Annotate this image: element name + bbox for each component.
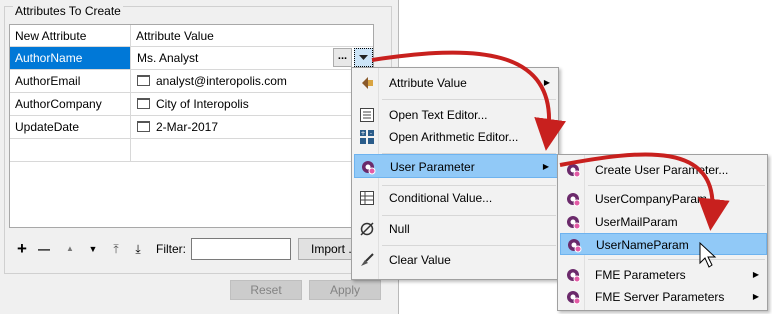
attribute-value-cell[interactable]: analyst@interopolis.com [131,70,375,92]
user-parameter-icon [362,161,376,175]
parameter-icon [568,239,582,253]
text-value-icon [137,98,150,109]
menu-item-null[interactable]: Null [354,217,558,241]
column-header-new-attribute[interactable]: New Attribute [10,25,131,47]
menu-item-label: Open Arithmetic Editor... [389,130,519,144]
attribute-value-text: Ms. Analyst [137,51,199,65]
menu-item-label: Conditional Value... [389,191,493,205]
parameter-icon [567,193,581,207]
menu-item-label: User Parameter [390,160,475,174]
parameter-icon [567,269,581,283]
attribute-value-cell[interactable]: Ms. Analyst ... [131,47,375,69]
menu-separator [382,215,556,216]
table-row[interactable]: AuthorCompany City of Interopolis [10,93,373,116]
menu-item-label: FME Server Parameters [595,290,725,304]
move-up-icon[interactable]: ▲ [62,238,78,260]
text-editor-icon [360,108,374,122]
menu-item-label: Create User Parameter... [595,163,729,177]
menu-separator [382,245,556,246]
submenu-arrow-icon: ▶ [752,270,759,279]
svg-text:+: + [360,130,365,137]
value-menu-button[interactable] [354,48,373,67]
value-context-menu: Attribute Value ▶ Open Text Editor... + … [351,67,559,280]
text-value-icon [137,75,150,86]
attribute-value-icon [362,77,373,89]
filter-label: Filter: [156,242,186,256]
menu-item-user-mail-param[interactable]: UserMailParam [560,211,767,233]
arithmetic-editor-icon: + - [360,130,374,144]
parameter-icon [567,216,581,230]
reset-button[interactable]: Reset [230,280,302,300]
move-down-icon[interactable]: ▼ [85,238,101,260]
empty-value-cell[interactable] [131,139,375,161]
move-top-icon[interactable]: ⤒ [108,238,124,260]
attribute-value-text: 2-Mar-2017 [156,120,219,134]
menu-item-clear-value[interactable]: Clear Value [354,248,558,272]
menu-item-fme-server-parameters[interactable]: FME Server Parameters ▶ [560,286,767,308]
null-icon [360,222,374,236]
conditional-value-icon [360,191,374,205]
menu-item-open-arithmetic-editor[interactable]: + - Open Arithmetic Editor... [354,125,558,149]
attribute-creator-dialog: Attributes To Create New Attribute Attri… [0,0,399,314]
attribute-value-text: City of Interopolis [156,97,249,111]
menu-item-user-company-param[interactable]: UserCompanyParam [560,188,767,210]
menu-item-user-name-param[interactable]: UserNameParam [560,233,767,255]
menu-item-label: FME Parameters [595,268,686,282]
empty-name-cell[interactable] [10,139,131,161]
parameter-icon [567,291,581,305]
menu-separator [588,259,765,260]
clear-value-icon [361,253,374,266]
menu-item-label: UserMailParam [595,215,678,229]
table-row[interactable]: AuthorName Ms. Analyst ... [10,47,373,70]
move-bottom-icon[interactable]: ⤓ [130,238,146,260]
apply-button[interactable]: Apply [309,280,381,300]
menu-item-create-user-parameter[interactable]: Create User Parameter... [560,159,767,181]
menu-item-label: UserCompanyParam [595,192,708,206]
attribute-name-cell[interactable]: AuthorEmail [10,70,131,92]
attribute-value-cell[interactable]: City of Interopolis [131,93,375,115]
attribute-name-cell[interactable]: UpdateDate [10,116,131,138]
menu-item-label: Clear Value [389,253,451,267]
attributes-table: New Attribute Attribute Value AuthorName… [9,24,374,228]
remove-row-icon[interactable]: — [36,238,52,260]
user-parameter-submenu: Create User Parameter... UserCompanyPara… [557,154,768,311]
attribute-value-cell[interactable]: 2-Mar-2017 [131,116,375,138]
svg-text:-: - [370,130,372,137]
menu-arrow-icon [359,55,368,60]
menu-item-label: UserNameParam [596,238,689,252]
attribute-name-cell[interactable]: AuthorName [10,47,131,69]
filter-input[interactable] [191,238,291,260]
table-header: New Attribute Attribute Value [10,25,373,47]
table-toolbar: + — ▲ ▼ ⤒ ⤓ Filter: Import ... [14,238,384,260]
submenu-arrow-icon: ▶ [752,292,759,301]
attribute-value-text: analyst@interopolis.com [156,74,287,88]
create-parameter-icon [567,164,581,178]
menu-item-label: Attribute Value [389,76,467,90]
group-title: Attributes To Create [13,4,123,18]
menu-separator [588,185,765,186]
table-row[interactable]: AuthorEmail analyst@interopolis.com [10,70,373,93]
column-header-attribute-value[interactable]: Attribute Value [131,25,375,47]
menu-item-label: Null [389,222,410,236]
menu-item-conditional-value[interactable]: Conditional Value... [354,186,558,210]
text-value-icon [137,121,150,132]
menu-item-attribute-value[interactable]: Attribute Value ▶ [354,71,558,95]
empty-table-row[interactable] [10,139,373,162]
menu-item-open-text-editor[interactable]: Open Text Editor... [354,103,558,127]
menu-item-fme-parameters[interactable]: FME Parameters ▶ [560,264,767,286]
menu-item-user-parameter[interactable]: User Parameter ▶ [354,154,558,178]
table-row[interactable]: UpdateDate 2-Mar-2017 [10,116,373,139]
menu-item-label: Open Text Editor... [389,108,488,122]
menu-separator [382,99,556,100]
add-row-icon[interactable]: + [14,238,30,260]
attribute-name-cell[interactable]: AuthorCompany [10,93,131,115]
submenu-arrow-icon: ▶ [543,78,550,87]
ellipsis-button[interactable]: ... [333,48,352,67]
submenu-arrow-icon: ▶ [542,162,549,171]
